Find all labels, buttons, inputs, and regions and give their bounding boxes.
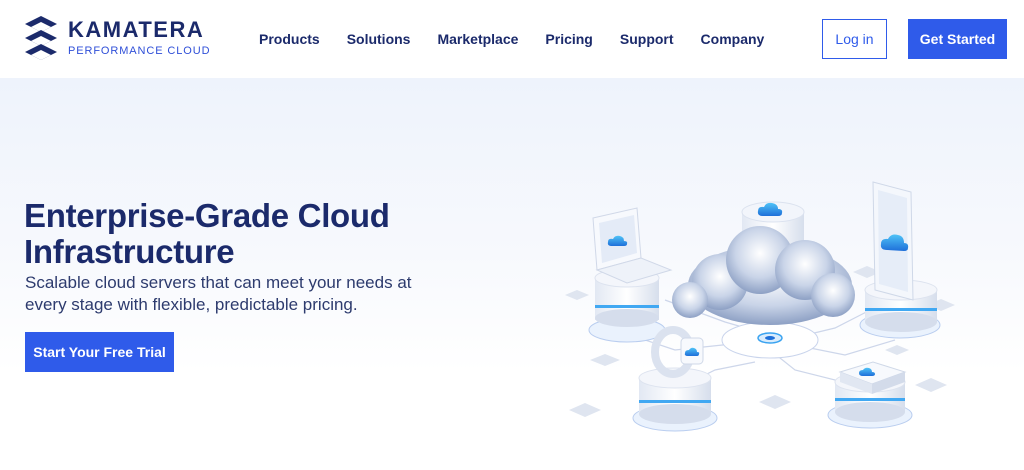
server-device (827, 361, 913, 429)
main-nav: Products Solutions Marketplace Pricing S… (259, 31, 791, 47)
nav-item-products[interactable]: Products (259, 31, 320, 47)
center-platform (721, 321, 819, 359)
nav-item-pricing[interactable]: Pricing (545, 31, 592, 47)
start-free-trial-button[interactable]: Start Your Free Trial (25, 332, 174, 372)
nav-item-solutions[interactable]: Solutions (347, 31, 411, 47)
get-started-button[interactable]: Get Started (908, 19, 1007, 59)
central-cloud (672, 226, 855, 325)
login-button[interactable]: Log in (822, 19, 887, 59)
hero-subtitle: Scalable cloud servers that can meet you… (25, 273, 412, 314)
laptop-device (588, 207, 673, 343)
brand-tagline: PERFORMANCE CLOUD (68, 45, 211, 57)
nav-item-company[interactable]: Company (701, 31, 765, 47)
tablet-device (859, 181, 941, 339)
kamatera-logo[interactable]: KAMATERA PERFORMANCE CLOUD (24, 15, 210, 61)
nav-item-support[interactable]: Support (620, 31, 674, 47)
site-header: KAMATERA PERFORMANCE CLOUD Products Solu… (0, 0, 1024, 78)
kamatera-logo-icon (25, 16, 57, 60)
watch-device (632, 326, 718, 432)
brand-name: KAMATERA (68, 17, 205, 42)
nav-item-marketplace[interactable]: Marketplace (437, 31, 518, 47)
cloud-network-illustration (565, 181, 955, 432)
hero-title: Enterprise-Grade Cloud Infrastructure (24, 197, 390, 270)
